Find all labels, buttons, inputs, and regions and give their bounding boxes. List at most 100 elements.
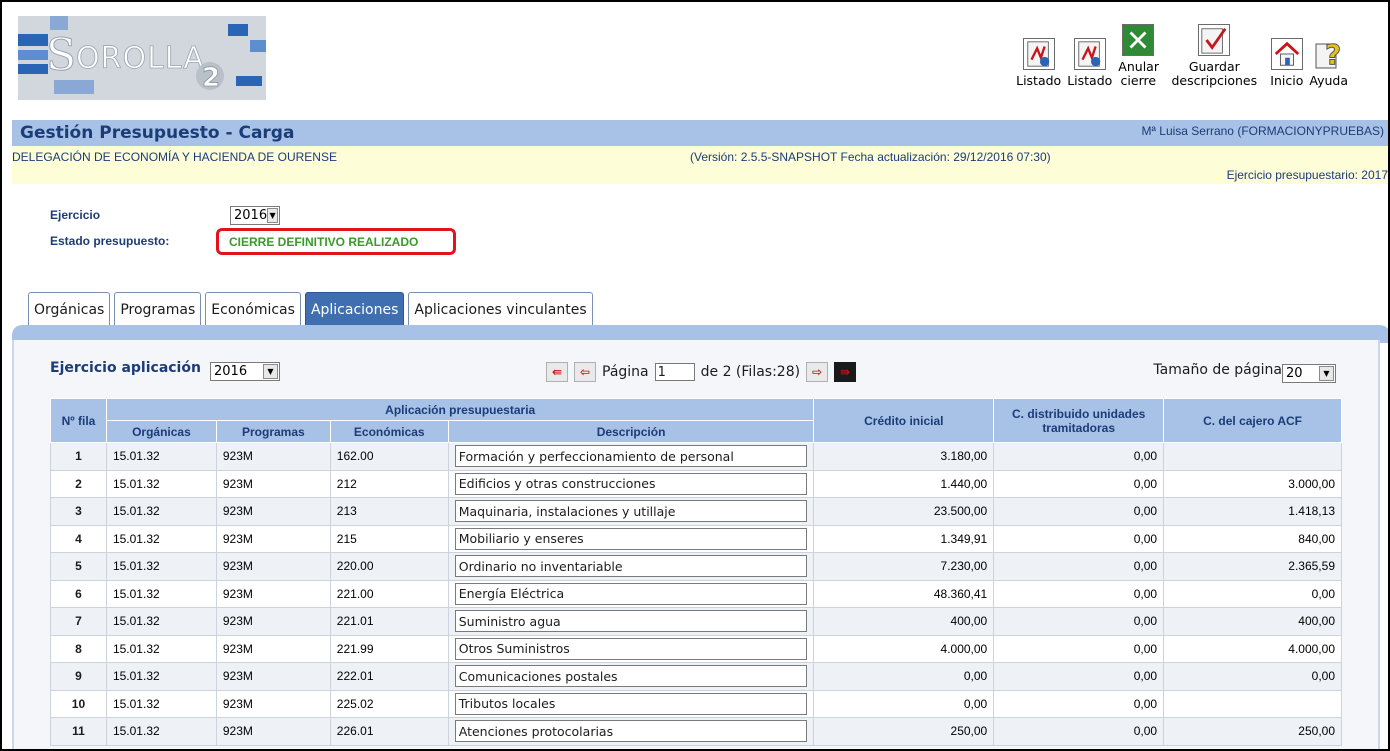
organicas-cell: 15.01.32 (105, 689, 217, 718)
aplicaciones-table: Nº fila Aplicación presupuestaria Crédit… (50, 398, 1342, 746)
previous-page-button[interactable]: ⇦ (574, 362, 596, 382)
ayuda-button[interactable]: ? Ayuda (1309, 38, 1348, 88)
delegation-text: DELEGACIÓN DE ECONOMÍA Y HACIENDA DE OUR… (12, 150, 337, 164)
organicas-cell: 15.01.32 (105, 579, 217, 608)
info-bar: DELEGACIÓN DE ECONOMÍA Y HACIENDA DE OUR… (12, 146, 1388, 184)
svg-text:S: S (46, 30, 76, 81)
row-number: 1 (50, 442, 107, 471)
ayuda-label: Ayuda (1309, 73, 1348, 88)
descripcion-cell: Tributos locales (447, 689, 815, 718)
organicas-cell: 15.01.32 (105, 442, 217, 471)
ejercicio-value: 2016 (234, 208, 268, 223)
tamano-pagina-value: 20 (1286, 366, 1303, 381)
table-row: 10 15.01.32 923M 225.02 Tributos locales 0,00… (50, 689, 1342, 718)
tab-economicas[interactable]: Económicas (205, 292, 301, 326)
version-text: (Versión: 2.5.5-SNAPSHOT Fecha actualiza… (690, 150, 1051, 164)
descripcion-input[interactable]: Ordinario no inventariable (454, 555, 808, 578)
tab-aplicaciones-vinculantes[interactable]: Aplicaciones vinculantes (408, 292, 593, 326)
organicas-cell: 15.01.32 (105, 497, 217, 526)
programas-cell: 923M (215, 552, 331, 581)
tab-programas[interactable]: Programas (114, 292, 202, 326)
page-total-text: de 2 (Filas:28) (700, 364, 801, 380)
descripcion-input[interactable]: Tributos locales (454, 692, 808, 715)
tab-organicas[interactable]: Orgánicas (28, 292, 111, 326)
c-distribuido-cell: 0,00 (993, 442, 1165, 471)
c-distribuido-cell: 0,00 (993, 662, 1165, 691)
last-page-button[interactable]: ⇛ (834, 362, 857, 382)
anular-cierre-label: Anular cierre (1118, 59, 1159, 88)
c-cajero-cell: 1.418,13 (1163, 497, 1342, 526)
programas-cell: 923M (215, 469, 331, 498)
listado-button-2[interactable]: Listado (1067, 38, 1112, 88)
descripcion-input[interactable]: Comunicaciones postales (454, 665, 808, 688)
programas-cell: 923M (215, 634, 331, 663)
c-distribuido-cell: 0,00 (993, 607, 1165, 636)
c-cajero-cell: 4.000,00 (1163, 634, 1342, 663)
programas-cell: 923M (215, 442, 331, 471)
estado-label: Estado presupuesto: (50, 234, 170, 248)
descripcion-input[interactable]: Atenciones protocolarias (454, 720, 808, 743)
page-number-input[interactable]: 1 (654, 363, 695, 381)
header-credito-inicial: Crédito inicial (813, 398, 995, 443)
anular-cierre-button[interactable]: Anular cierre (1118, 24, 1159, 88)
organicas-cell: 15.01.32 (105, 524, 217, 553)
economicas-cell: 225.02 (329, 689, 449, 718)
row-number: 4 (50, 524, 107, 553)
pdf-report-icon (1073, 38, 1106, 70)
descripcion-input[interactable]: Energía Eléctrica (454, 582, 808, 605)
header-c-distribuido: C. distribuido unidades tramitadoras (993, 398, 1165, 443)
credito-inicial-cell: 4.000,00 (813, 634, 995, 663)
credito-inicial-cell: 400,00 (813, 607, 995, 636)
programas-cell: 923M (215, 607, 331, 636)
economicas-cell: 220.00 (329, 552, 449, 581)
descripcion-input[interactable]: Formación y perfeccionamiento de persona… (454, 445, 808, 468)
next-page-button[interactable]: ⇨ (806, 362, 829, 382)
inicio-button[interactable]: Inicio (1270, 38, 1303, 88)
ejercicio-aplicacion-value: 2016 (214, 364, 248, 379)
organicas-cell: 15.01.32 (105, 552, 217, 581)
chevron-down-icon: ▼ (1319, 366, 1334, 381)
guardar-descripciones-button[interactable]: Guardar descripciones (1164, 24, 1264, 88)
organicas-cell: 15.01.32 (105, 662, 217, 691)
row-number: 11 (50, 717, 107, 746)
ejercicio-aplicacion-select[interactable]: 2016 ▼ (210, 362, 280, 381)
row-number: 8 (50, 634, 107, 663)
descripcion-input[interactable]: Suministro agua (454, 610, 808, 633)
ejercicio-select[interactable]: 2016 ▼ (230, 206, 280, 225)
row-number: 3 (50, 497, 107, 526)
descripcion-cell: Mobiliario y enseres (447, 524, 815, 553)
credito-inicial-cell: 250,00 (813, 717, 995, 746)
row-number: 10 (50, 689, 107, 718)
table-row: 9 15.01.32 923M 222.01 Comunicaciones postal… (50, 662, 1342, 691)
credito-inicial-cell: 3.180,00 (813, 442, 995, 471)
organicas-cell: 15.01.32 (105, 634, 217, 663)
c-cajero-cell: 3.000,00 (1163, 469, 1342, 498)
descripcion-input[interactable]: Otros Suministros (454, 637, 808, 660)
economicas-cell: 212 (329, 469, 449, 498)
table-row: 7 15.01.32 923M 221.01 Suministro agua 400,00… (50, 607, 1342, 636)
economicas-cell: 213 (329, 497, 449, 526)
descripcion-input[interactable]: Mobiliario y enseres (454, 527, 808, 550)
tamano-pagina-select[interactable]: 20 ▼ (1282, 364, 1336, 383)
row-number: 2 (50, 469, 107, 498)
pdf-report-icon (1022, 38, 1055, 70)
cancel-x-icon (1122, 24, 1155, 56)
descripcion-input[interactable]: Maquinaria, instalaciones y utillaje (454, 500, 808, 523)
table-row: 4 15.01.32 923M 215 Mobiliario y enseres 1.34… (50, 524, 1342, 553)
descripcion-input[interactable]: Edificios y otras construcciones (454, 472, 808, 495)
descripcion-cell: Energía Eléctrica (447, 579, 815, 608)
c-cajero-cell (1163, 442, 1342, 471)
tamano-pagina-label: Tamaño de página (1153, 362, 1282, 378)
listado-button-1[interactable]: Listado (1016, 38, 1061, 88)
descripcion-cell: Suministro agua (447, 607, 815, 636)
c-distribuido-cell: 0,00 (993, 524, 1165, 553)
toolbar: Listado Listado Anular cierre Guardar de… (1016, 24, 1348, 88)
table-row: 6 15.01.32 923M 221.00 Energía Eléctrica 48.3… (50, 579, 1342, 608)
first-page-button[interactable]: ⇚ (546, 362, 568, 382)
credito-inicial-cell: 23.500,00 (813, 497, 995, 526)
tab-aplicaciones[interactable]: Aplicaciones (304, 292, 405, 326)
home-icon (1270, 38, 1303, 70)
chevron-down-icon: ▼ (263, 364, 278, 379)
ejercicio-aplicacion-label: Ejercicio aplicación (50, 360, 201, 376)
header-programas: Programas (215, 420, 331, 443)
